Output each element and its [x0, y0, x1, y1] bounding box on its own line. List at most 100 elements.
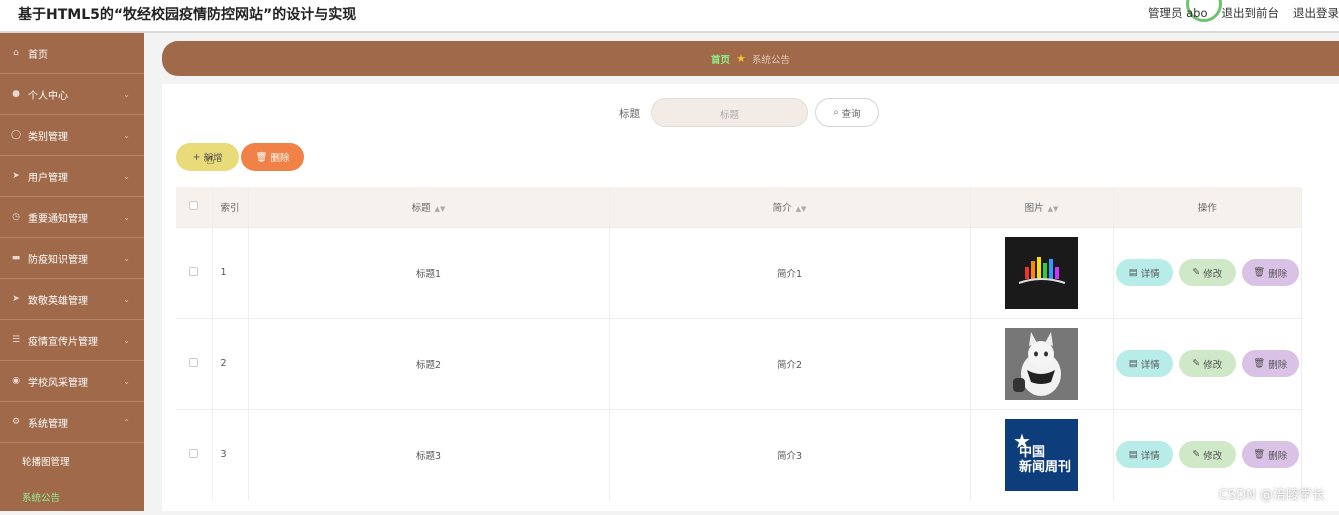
- sidebar-item-campus[interactable]: ◉ 学校风采管理 ⌄: [0, 361, 144, 402]
- header-image-label: 图片: [1025, 203, 1044, 214]
- delete-button[interactable]: 🗑删除: [1242, 441, 1299, 468]
- sidebar-item-label: 重要通知管理: [28, 210, 88, 225]
- select-all-checkbox[interactable]: [189, 201, 198, 210]
- detail-label: 详情: [1141, 448, 1160, 462]
- sidebar-item-profile[interactable]: ● 个人中心 ⌄: [0, 74, 144, 115]
- detail-button[interactable]: ▤详情: [1116, 441, 1173, 468]
- user-icon: ●: [10, 88, 22, 100]
- header-actions: 操作: [1113, 187, 1302, 227]
- logo-text: 中国 新闻周刊: [1019, 445, 1071, 475]
- chevron-down-icon: ⌄: [123, 336, 130, 345]
- document-icon: ▤: [1129, 449, 1138, 460]
- sidebar-subitem-carousel[interactable]: 轮播图管理: [0, 443, 144, 479]
- sidebar-item-videos[interactable]: ☰ 疫情宣传片管理 ⌄: [0, 320, 144, 361]
- delete-button[interactable]: 🗑删除: [1242, 259, 1299, 286]
- sidebar-item-users[interactable]: ➤ 用户管理 ⌄: [0, 156, 144, 197]
- delete-label: 删除: [1268, 448, 1287, 462]
- row-select-cell[interactable]: [176, 227, 212, 318]
- sidebar: ⌂ 首页 ● 个人中心 ⌄ ◯ 类别管理 ⌄ ➤ 用户管理 ⌄ ◷ 重要通知管理…: [0, 33, 144, 511]
- sidebar-item-label: 学校风采管理: [28, 374, 88, 389]
- sidebar-item-label: 系统管理: [28, 415, 68, 430]
- detail-label: 详情: [1141, 266, 1160, 280]
- home-icon: ⌂: [10, 47, 22, 59]
- data-table: 索引 标题▲▼ 简介▲▼ 图片▲▼ 操作 1 标题1 简介1: [176, 187, 1302, 500]
- content-panel: 标题 标题 ⌕ 查询 + 新增 🗑 删除 ☝ 索引 标题▲▼ 简介▲▼ 图片▲▼…: [162, 84, 1339, 511]
- breadcrumb-home[interactable]: 首页: [711, 52, 730, 66]
- header-image[interactable]: 图片 ▲▼: [970, 187, 1113, 227]
- sidebar-item-knowledge[interactable]: ▬ 防疫知识管理 ⌄: [0, 238, 144, 279]
- pencil-icon: ✎: [1192, 449, 1200, 460]
- search-input[interactable]: 标题: [651, 98, 808, 127]
- sidebar-item-label: 首页: [28, 46, 48, 61]
- music-equalizer-image: [1005, 237, 1078, 309]
- row-intro: 简介3: [609, 409, 970, 500]
- plus-icon: +: [193, 152, 201, 163]
- edit-button[interactable]: ✎修改: [1179, 259, 1236, 286]
- search-icon: ⌕: [833, 107, 838, 118]
- list-icon: ☰: [10, 334, 22, 346]
- sidebar-item-heroes[interactable]: ➤ 致敬英雄管理 ⌄: [0, 279, 144, 320]
- header-title[interactable]: 标题 ▲▼: [248, 187, 609, 227]
- sort-icon[interactable]: ▲▼: [435, 205, 446, 213]
- china-news-weekly-logo: ★ 中国 新闻周刊: [1005, 419, 1078, 491]
- row-index: 1: [212, 227, 248, 318]
- watermark: CSDN @涪陵学长: [1219, 484, 1325, 503]
- row-image-cell: [970, 227, 1113, 318]
- edit-button[interactable]: ✎修改: [1179, 441, 1236, 468]
- chevron-down-icon: ⌄: [123, 90, 130, 99]
- chevron-down-icon: ⌄: [123, 377, 130, 386]
- delete-label: 删除: [1268, 357, 1287, 371]
- logout-link[interactable]: 退出登录: [1293, 5, 1339, 21]
- table-row: 3 标题3 简介3 ★ 中国 新闻周刊 ▤详情 ✎修改 🗑删除: [176, 409, 1302, 500]
- sidebar-item-category[interactable]: ◯ 类别管理 ⌄: [0, 115, 144, 156]
- pencil-icon: ✎: [1192, 358, 1200, 369]
- header-title-label: 标题: [412, 203, 431, 214]
- sidebar-item-notices[interactable]: ◷ 重要通知管理 ⌄: [0, 197, 144, 238]
- delete-button[interactable]: 🗑删除: [1242, 350, 1299, 377]
- app-title: 基于HTML5的“牧经校园疫情防控网站”的设计与实现: [18, 4, 356, 24]
- row-checkbox[interactable]: [189, 449, 198, 458]
- row-checkbox[interactable]: [189, 358, 198, 367]
- bulk-delete-button[interactable]: 🗑 删除: [241, 143, 304, 171]
- sidebar-subitem-announcement[interactable]: 系统公告: [0, 479, 144, 515]
- edit-button[interactable]: ✎修改: [1179, 350, 1236, 377]
- document-icon: ▤: [1129, 267, 1138, 278]
- user-label: 管理员 abo: [1148, 5, 1208, 21]
- header-intro-label: 简介: [773, 203, 792, 214]
- trash-icon: 🗑: [1253, 358, 1265, 369]
- send-icon: ➤: [10, 293, 22, 305]
- chevron-down-icon: ⌄: [123, 131, 130, 140]
- header-intro[interactable]: 简介 ▲▼: [609, 187, 970, 227]
- sidebar-item-label: 用户管理: [28, 169, 68, 184]
- gear-icon: ⚙: [10, 416, 22, 428]
- table-row: 2 标题2 简介2: [176, 318, 1302, 409]
- front-link[interactable]: 退出到前台: [1222, 5, 1280, 21]
- table-header-row: 索引 标题▲▼ 简介▲▼ 图片▲▼ 操作: [176, 187, 1302, 227]
- table-row: 1 标题1 简介1: [176, 227, 1302, 318]
- sort-icon[interactable]: ▲▼: [1048, 205, 1059, 213]
- row-checkbox[interactable]: [189, 267, 198, 276]
- row-select-cell[interactable]: [176, 409, 212, 500]
- clock-icon: ◷: [10, 211, 22, 223]
- delete-label: 删除: [1268, 266, 1287, 280]
- info-icon: ◯: [10, 129, 22, 141]
- detail-button[interactable]: ▤详情: [1116, 259, 1173, 286]
- search-button[interactable]: ⌕ 查询: [815, 98, 879, 127]
- send-icon: ➤: [10, 170, 22, 182]
- row-select-cell[interactable]: [176, 318, 212, 409]
- breadcrumb-current: 系统公告: [752, 52, 790, 66]
- document-icon: ▤: [1129, 358, 1138, 369]
- search-label: 标题: [619, 106, 640, 121]
- row-image-cell: [970, 318, 1113, 409]
- select-all-cell[interactable]: [176, 187, 212, 227]
- top-bar: 基于HTML5的“牧经校园疫情防控网站”的设计与实现 管理员 abo 退出到前台…: [0, 0, 1339, 33]
- row-intro: 简介1: [609, 227, 970, 318]
- sidebar-item-system[interactable]: ⚙ 系统管理 ⌃: [0, 402, 144, 443]
- row-actions: ▤详情 ✎修改 🗑删除: [1113, 227, 1302, 318]
- breadcrumb: 首页 ★ 系统公告: [162, 41, 1339, 76]
- edit-label: 修改: [1203, 266, 1222, 280]
- sort-icon[interactable]: ▲▼: [796, 205, 807, 213]
- detail-button[interactable]: ▤详情: [1116, 350, 1173, 377]
- sidebar-item-home[interactable]: ⌂ 首页: [0, 33, 144, 74]
- book-icon: ▬: [10, 252, 22, 264]
